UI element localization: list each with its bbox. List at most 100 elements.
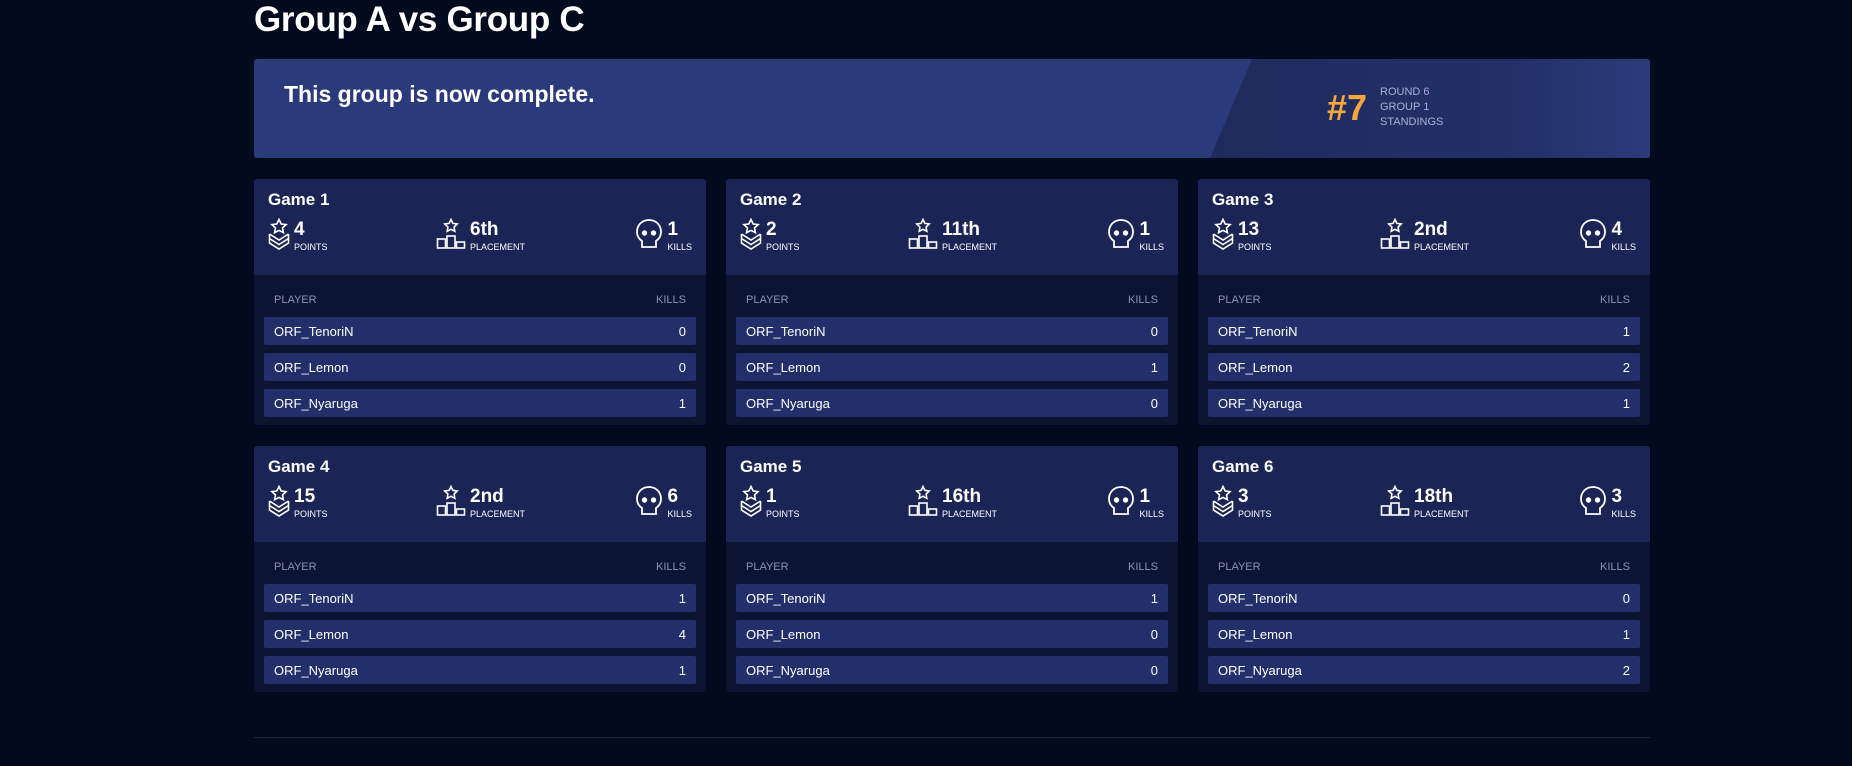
table-row: ORF_TenoriN 1 (1208, 317, 1640, 345)
kills-label: KILLS (667, 242, 692, 252)
placement-value: 6th (470, 219, 499, 240)
skull-icon (1107, 485, 1135, 517)
kills-column-header: KILLS (1128, 561, 1158, 573)
player-kills: 1 (1622, 395, 1630, 411)
table-row: ORF_Nyaruga 1 (264, 656, 696, 684)
kills-label: KILLS (667, 509, 692, 519)
status-banner: This group is now complete. #7 ROUND 6 G… (254, 59, 1650, 158)
placement-stat: 6th PLACEMENT (436, 218, 525, 253)
player-column-header: PLAYER (1218, 561, 1261, 573)
game-card-header: Game 6 3 POINTS 18th PLACEMENT 3 KILLS (1198, 446, 1650, 542)
table-row: ORF_Lemon 4 (264, 620, 696, 648)
player-column-header: PLAYER (1218, 294, 1261, 306)
player-name: ORF_Nyaruga (746, 662, 830, 678)
kills-value: 3 (1611, 486, 1623, 507)
game-card: Game 3 13 POINTS 2nd PLACEMENT 4 KILLS P… (1198, 179, 1650, 425)
points-value: 2 (766, 219, 777, 240)
page-title: Group A vs Group C (254, 0, 585, 39)
game-card-header: Game 5 1 POINTS 16th PLACEMENT 1 KILLS (726, 446, 1178, 542)
chevron-badge-star-icon (268, 485, 290, 517)
kills-label: KILLS (1139, 242, 1164, 252)
game-stats: 15 POINTS 2nd PLACEMENT 6 KILLS (268, 485, 692, 529)
points-value: 13 (1238, 219, 1260, 240)
table-header: PLAYER KILLS (1208, 291, 1640, 309)
podium-star-icon (1380, 485, 1410, 517)
table-row: ORF_Lemon 0 (264, 353, 696, 381)
player-table: PLAYER KILLS ORF_TenoriN 1 ORF_Lemon 4 ORF_… (254, 542, 706, 684)
placement-stat: 18th PLACEMENT (1380, 485, 1469, 520)
player-kills: 1 (1150, 359, 1158, 375)
placement-value: 16th (942, 486, 982, 507)
player-table: PLAYER KILLS ORF_TenoriN 1 ORF_Lemon 2 ORF_… (1198, 275, 1650, 417)
kills-label: KILLS (1139, 509, 1164, 519)
table-header: PLAYER KILLS (736, 558, 1168, 576)
game-title: Game 3 (1212, 190, 1274, 209)
rank-info: ROUND 6 GROUP 1 STANDINGS (1380, 85, 1443, 130)
player-column-header: PLAYER (274, 561, 317, 573)
game-title: Game 6 (1212, 457, 1274, 476)
standings-label: STANDINGS (1380, 116, 1444, 128)
player-column-header: PLAYER (274, 294, 317, 306)
points-value: 15 (294, 486, 316, 507)
player-table: PLAYER KILLS ORF_TenoriN 0 ORF_Lemon 1 ORF_… (726, 275, 1178, 417)
skull-icon (1107, 218, 1135, 250)
player-kills: 0 (1622, 590, 1630, 606)
footer-divider (254, 737, 1650, 738)
placement-label: PLACEMENT (942, 509, 998, 519)
points-stat: 1 POINTS (740, 485, 800, 520)
skull-icon (1579, 485, 1607, 517)
table-header: PLAYER KILLS (264, 291, 696, 309)
table-row: ORF_Lemon 1 (1208, 620, 1640, 648)
player-kills: 0 (678, 323, 686, 339)
games-grid: Game 1 4 POINTS 6th PLACEMENT 1 KILLS PL… (254, 179, 1650, 692)
chevron-badge-star-icon (268, 218, 290, 250)
game-card-header: Game 4 15 POINTS 2nd PLACEMENT 6 KILLS (254, 446, 706, 542)
kills-value: 1 (1139, 219, 1151, 240)
kills-value: 1 (667, 219, 679, 240)
player-table: PLAYER KILLS ORF_TenoriN 0 ORF_Lemon 1 ORF_… (1198, 542, 1650, 684)
placement-label: PLACEMENT (942, 242, 998, 252)
table-row: ORF_Lemon 0 (736, 620, 1168, 648)
player-kills: 0 (1150, 626, 1158, 642)
kills-column-header: KILLS (656, 561, 686, 573)
player-kills: 1 (1622, 626, 1630, 642)
kills-column-header: KILLS (656, 294, 686, 306)
table-header: PLAYER KILLS (264, 558, 696, 576)
banner-message: This group is now complete. (284, 81, 595, 107)
game-card: Game 1 4 POINTS 6th PLACEMENT 1 KILLS PL… (254, 179, 706, 425)
points-label: POINTS (1238, 242, 1272, 252)
game-card: Game 6 3 POINTS 18th PLACEMENT 3 KILLS P… (1198, 446, 1650, 692)
kills-column-header: KILLS (1600, 294, 1630, 306)
placement-label: PLACEMENT (470, 242, 526, 252)
podium-star-icon (436, 485, 466, 517)
table-row: ORF_Nyaruga 2 (1208, 656, 1640, 684)
table-row: ORF_TenoriN 0 (1208, 584, 1640, 612)
player-column-header: PLAYER (746, 561, 789, 573)
round-label: ROUND 6 (1380, 86, 1430, 98)
points-value: 1 (766, 486, 777, 507)
points-label: POINTS (294, 242, 328, 252)
kills-stat: 1 KILLS (1107, 218, 1164, 253)
podium-star-icon (908, 485, 938, 517)
table-row: ORF_Nyaruga 1 (1208, 389, 1640, 417)
placement-stat: 16th PLACEMENT (908, 485, 997, 520)
player-kills: 0 (1150, 395, 1158, 411)
skull-icon (635, 218, 663, 250)
table-header: PLAYER KILLS (1208, 558, 1640, 576)
game-card: Game 4 15 POINTS 2nd PLACEMENT 6 KILLS P… (254, 446, 706, 692)
kills-stat: 4 KILLS (1579, 218, 1636, 253)
player-kills: 2 (1622, 662, 1630, 678)
table-row: ORF_TenoriN 0 (736, 317, 1168, 345)
main-container: Group A vs Group C This group is now com… (254, 0, 1650, 692)
game-card: Game 5 1 POINTS 16th PLACEMENT 1 KILLS P… (726, 446, 1178, 692)
placement-label: PLACEMENT (1414, 509, 1470, 519)
player-name: ORF_TenoriN (274, 590, 354, 606)
player-kills: 0 (678, 359, 686, 375)
kills-column-header: KILLS (1128, 294, 1158, 306)
points-stat: 2 POINTS (740, 218, 800, 253)
points-value: 3 (1238, 486, 1249, 507)
skull-icon (635, 485, 663, 517)
points-stat: 3 POINTS (1212, 485, 1272, 520)
kills-column-header: KILLS (1600, 561, 1630, 573)
placement-value: 2nd (470, 486, 504, 507)
